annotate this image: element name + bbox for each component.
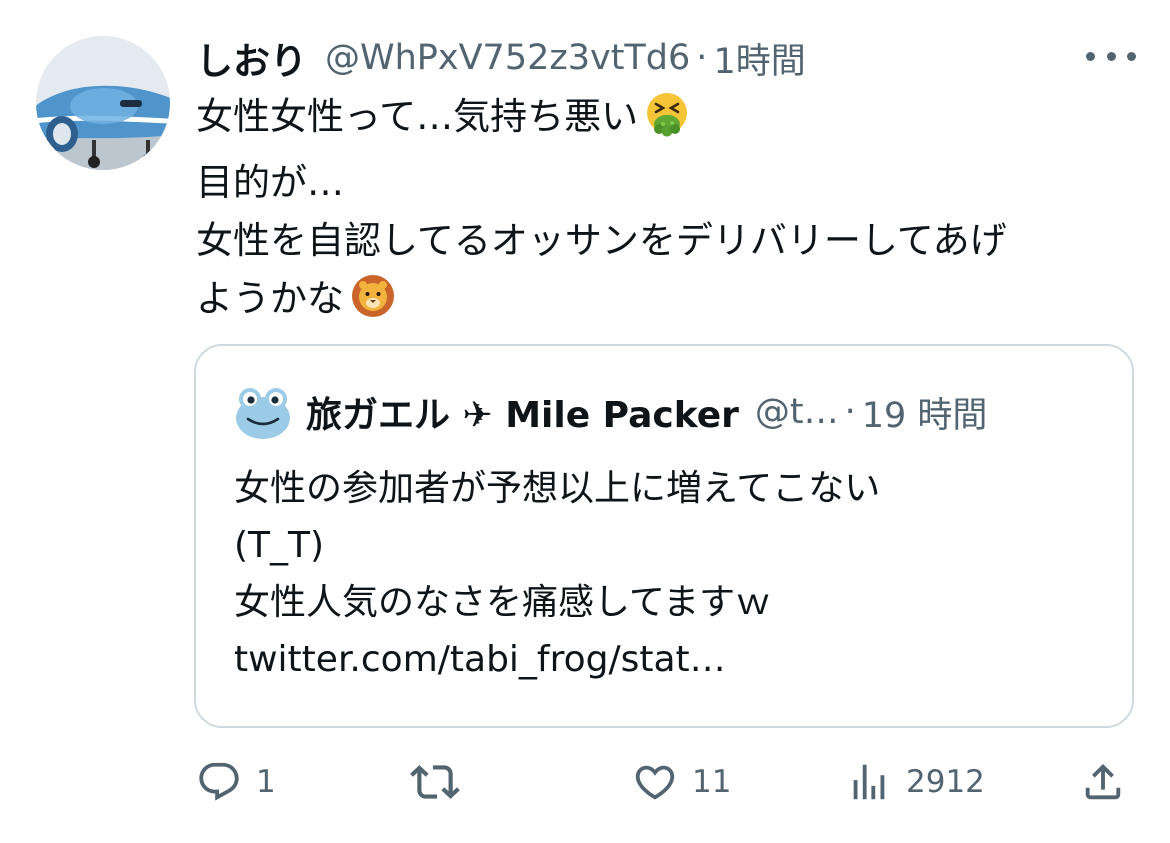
more-dot bbox=[1127, 51, 1136, 61]
share-button[interactable] bbox=[1080, 752, 1140, 812]
tweet-time[interactable]: 1時間 bbox=[713, 33, 805, 84]
quoted-author-name[interactable]: 旅ガエル ✈ Mile Packer bbox=[306, 386, 739, 438]
quoted-author-handle[interactable]: @t… bbox=[755, 392, 839, 432]
separator-dot: · bbox=[696, 38, 708, 78]
separator-dot: · bbox=[844, 392, 856, 432]
quoted-line: 女性の参加者が予想以上に増えてこない bbox=[234, 468, 881, 509]
tweet-line: 女性を自認してるオッサンをデリバリーしてあげ bbox=[196, 219, 1007, 262]
author-handle[interactable]: @WhPxV752z3vtTd6 bbox=[325, 38, 690, 78]
like-count: 11 bbox=[692, 764, 732, 800]
action-bar: 1 11 2912 bbox=[0, 752, 1170, 812]
author-avatar[interactable] bbox=[36, 36, 170, 170]
more-options-icon[interactable] bbox=[1086, 44, 1136, 68]
share-icon bbox=[1085, 763, 1121, 800]
tweet-line: ようかな bbox=[196, 270, 1136, 336]
reply-count: 1 bbox=[256, 764, 276, 800]
quoted-tweet-header: 旅ガエル ✈ Mile Packer @t… · 19 時間 bbox=[234, 384, 1094, 440]
nauseated-face-emoji-icon bbox=[644, 91, 690, 154]
retweet-icon bbox=[410, 765, 460, 799]
reply-icon bbox=[199, 762, 239, 801]
reply-button[interactable]: 1 bbox=[196, 752, 276, 812]
tweet-line: 女性女性って…気持ち悪い bbox=[196, 88, 1136, 154]
tweet-line-text: 女性女性って…気持ち悪い bbox=[196, 95, 639, 138]
more-dot bbox=[1106, 51, 1116, 61]
lion-face-emoji-icon bbox=[350, 273, 396, 336]
tweet[interactable]: しおり @WhPxV752z3vtTd6 · 1時間 女性女性って…気持ち悪い bbox=[0, 0, 1170, 843]
more-dot bbox=[1086, 51, 1095, 61]
frog-face-icon[interactable] bbox=[234, 383, 292, 441]
quoted-line: (T_T) bbox=[234, 525, 325, 566]
quoted-link[interactable]: twitter.com/tabi_frog/stat… bbox=[234, 631, 1094, 688]
tweet-header: しおり @WhPxV752z3vtTd6 · 1時間 bbox=[196, 30, 1096, 86]
quoted-tweet-card[interactable]: 旅ガエル ✈ Mile Packer @t… · 19 時間 女性の参加者が予想… bbox=[194, 344, 1134, 728]
views-count: 2912 bbox=[906, 764, 985, 800]
tweet-line: 目的が… bbox=[196, 161, 344, 204]
like-button[interactable]: 11 bbox=[632, 752, 731, 812]
tweet-line-text: ようかな bbox=[196, 277, 344, 320]
views-chart-icon bbox=[853, 764, 885, 800]
quoted-line: 女性人気のなさを痛感してますｗ bbox=[234, 582, 772, 623]
quoted-tweet-time[interactable]: 19 時間 bbox=[862, 387, 988, 438]
retweet-button[interactable] bbox=[410, 752, 474, 812]
heart-icon bbox=[635, 765, 675, 800]
author-name[interactable]: しおり bbox=[196, 31, 307, 85]
tweet-text: 女性女性って…気持ち悪い 目的が… 女性を自認してるオッサンをデリバリーしてあげ… bbox=[196, 88, 1136, 336]
quoted-tweet-text: 女性の参加者が予想以上に増えてこない (T_T) 女性人気のなさを痛感してますｗ… bbox=[234, 460, 1094, 688]
views-button[interactable]: 2912 bbox=[846, 752, 985, 812]
airplane-photo-icon bbox=[36, 36, 170, 170]
